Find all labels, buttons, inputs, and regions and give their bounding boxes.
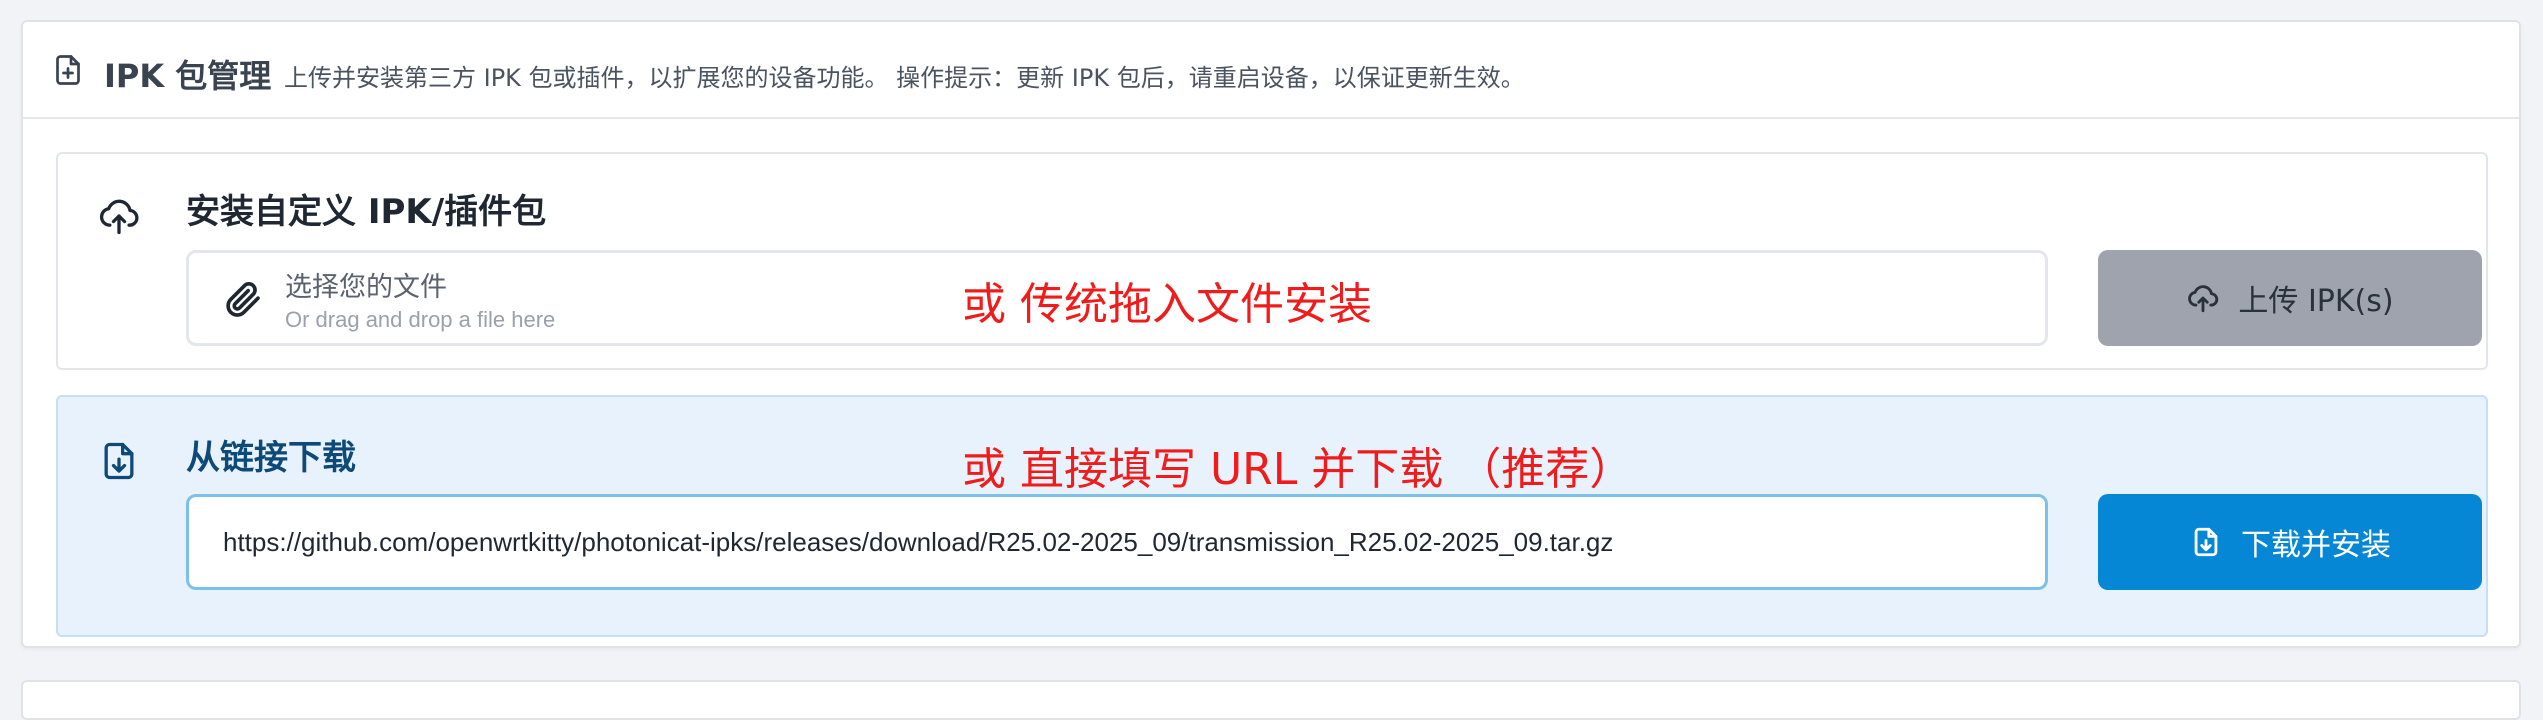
file-download-icon: [104, 442, 134, 480]
file-plus-icon: [56, 55, 80, 85]
download-button-label: 下载并安装: [2241, 528, 2391, 563]
cloud-upload-icon: [2188, 285, 2219, 313]
download-install-button[interactable]: 下载并安装: [2098, 494, 2482, 590]
file-drop-hint: Or drag and drop a file here: [285, 307, 556, 332]
ipk-manager-panel: IPK 包管理 上传并安装第三方 IPK 包或插件，以扩展您的设备功能。 操作提…: [21, 20, 2521, 648]
cloud-upload-icon: [99, 199, 139, 235]
download-card: 从链接下载 或 直接填写 URL 并下载 （推荐） 下载并安装: [56, 395, 2488, 637]
upload-card: 安装自定义 IPK/插件包 选择您的文件 Or drag and drop a …: [56, 152, 2488, 370]
page-description: 上传并安装第三方 IPK 包或插件，以扩展您的设备功能。 操作提示：更新 IPK…: [284, 64, 1525, 92]
upload-annotation: 或 传统拖入文件安装: [962, 279, 1372, 330]
file-select-label: 选择您的文件: [285, 272, 447, 303]
url-input[interactable]: [186, 494, 2048, 590]
paperclip-icon: [226, 282, 260, 317]
upload-button-label: 上传 IPK(s): [2238, 284, 2394, 319]
next-panel: [21, 680, 2521, 720]
download-annotation: 或 直接填写 URL 并下载 （推荐）: [962, 444, 1634, 495]
panel-header: IPK 包管理 上传并安装第三方 IPK 包或插件，以扩展您的设备功能。 操作提…: [23, 22, 2519, 119]
page-title: IPK 包管理: [104, 57, 272, 95]
download-title: 从链接下载: [186, 438, 356, 478]
file-download-icon: [2194, 527, 2218, 557]
upload-ipk-button[interactable]: 上传 IPK(s): [2098, 250, 2482, 346]
upload-title: 安装自定义 IPK/插件包: [186, 192, 547, 232]
